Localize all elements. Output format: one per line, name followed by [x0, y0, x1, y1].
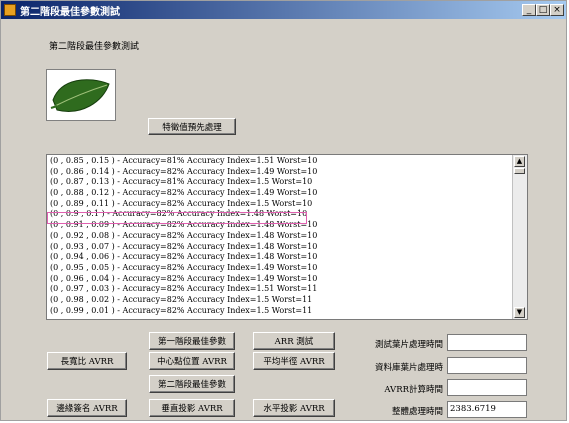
vertical-scrollbar[interactable]: ▲ ▼: [512, 155, 527, 319]
list-item[interactable]: (0 , 0.98 , 0.02 ) - Accuracy=82% Accura…: [50, 295, 510, 306]
window-title: 第二階段最佳參數測試: [20, 7, 120, 18]
arr-test-button[interactable]: ARR 測試: [253, 332, 335, 350]
total-time-label: 整體處理時間: [391, 407, 443, 417]
list-item[interactable]: (0 , 0.96 , 0.04 ) - Accuracy=82% Accura…: [50, 274, 510, 285]
list-item[interactable]: (0 , 0.92 , 0.08 ) - Accuracy=82% Accura…: [50, 231, 510, 242]
avg-radius-avrr-button[interactable]: 平均半徑 AVRR: [253, 352, 335, 370]
stage2-best-params-button[interactable]: 第二階段最佳參數: [149, 375, 235, 393]
list-item[interactable]: (0 , 0.89 , 0.11 ) - Accuracy=82% Accura…: [50, 199, 510, 210]
center-position-avrr-button[interactable]: 中心點位置 AVRR: [149, 352, 235, 370]
total-time-field[interactable]: 2383.6719: [447, 401, 527, 418]
test-image-time-label: 測試葉片處理時間: [374, 340, 443, 350]
maximize-button[interactable]: □: [536, 4, 550, 16]
test-image-time-field[interactable]: [447, 334, 527, 351]
avrr-time-label: AVRR計算時間: [384, 385, 443, 395]
main-window: 第二階段最佳參數測試 _ □ × 第二階段最佳參數測試 特徵值預先處理 (0 ,…: [0, 0, 567, 421]
list-item[interactable]: (0 , 0.88 , 0.12 ) - Accuracy=82% Accura…: [50, 188, 510, 199]
db-image-time-label: 資料庫葉片處理時: [374, 363, 443, 373]
leaf-image: [46, 69, 116, 121]
leaf-icon: [50, 79, 110, 112]
page-heading: 第二階段最佳參數測試: [49, 42, 140, 52]
scroll-thumb[interactable]: [514, 168, 525, 174]
results-listbox[interactable]: (0 , 0.85 , 0.15 ) - Accuracy=81% Accura…: [46, 154, 528, 320]
db-image-time-field[interactable]: [447, 357, 527, 374]
title-bar[interactable]: 第二階段最佳參數測試 _ □ ×: [1, 1, 566, 19]
list-item[interactable]: (0 , 0.99 , 0.01 ) - Accuracy=82% Accura…: [50, 306, 510, 317]
list-item[interactable]: (0 , 0.94 , 0.06 ) - Accuracy=82% Accura…: [50, 252, 510, 263]
stage1-best-params-button[interactable]: 第一階段最佳參數: [149, 332, 235, 350]
vertical-projection-avrr-button[interactable]: 垂直投影 AVRR: [149, 399, 235, 417]
list-item[interactable]: (0 , 0.87 , 0.13 ) - Accuracy=81% Accura…: [50, 177, 510, 188]
aspect-ratio-avrr-button[interactable]: 長寬比 AVRR: [47, 352, 127, 370]
app-icon: [4, 4, 16, 16]
horizontal-projection-avrr-button[interactable]: 水平投影 AVRR: [253, 399, 335, 417]
list-item[interactable]: (0 , 0.93 , 0.07 ) - Accuracy=82% Accura…: [50, 242, 510, 253]
list-item[interactable]: (0 , 0.95 , 0.05 ) - Accuracy=82% Accura…: [50, 263, 510, 274]
selected-row-highlight: [47, 212, 307, 224]
feature-preprocess-button[interactable]: 特徵值預先處理: [148, 118, 236, 135]
results-rows: (0 , 0.85 , 0.15 ) - Accuracy=81% Accura…: [50, 156, 510, 316]
minimize-button[interactable]: _: [522, 4, 536, 16]
scroll-down-icon[interactable]: ▼: [514, 307, 525, 318]
close-button[interactable]: ×: [550, 4, 564, 16]
list-item[interactable]: (0 , 0.97 , 0.03 ) - Accuracy=82% Accura…: [50, 284, 510, 295]
avrr-time-field[interactable]: [447, 379, 527, 396]
list-item[interactable]: (0 , 0.86 , 0.14 ) - Accuracy=82% Accura…: [50, 167, 510, 178]
list-item[interactable]: (0 , 0.85 , 0.15 ) - Accuracy=81% Accura…: [50, 156, 510, 167]
edge-signature-avrr-button[interactable]: 邊緣簽名 AVRR: [47, 399, 127, 417]
scroll-up-icon[interactable]: ▲: [514, 156, 525, 167]
